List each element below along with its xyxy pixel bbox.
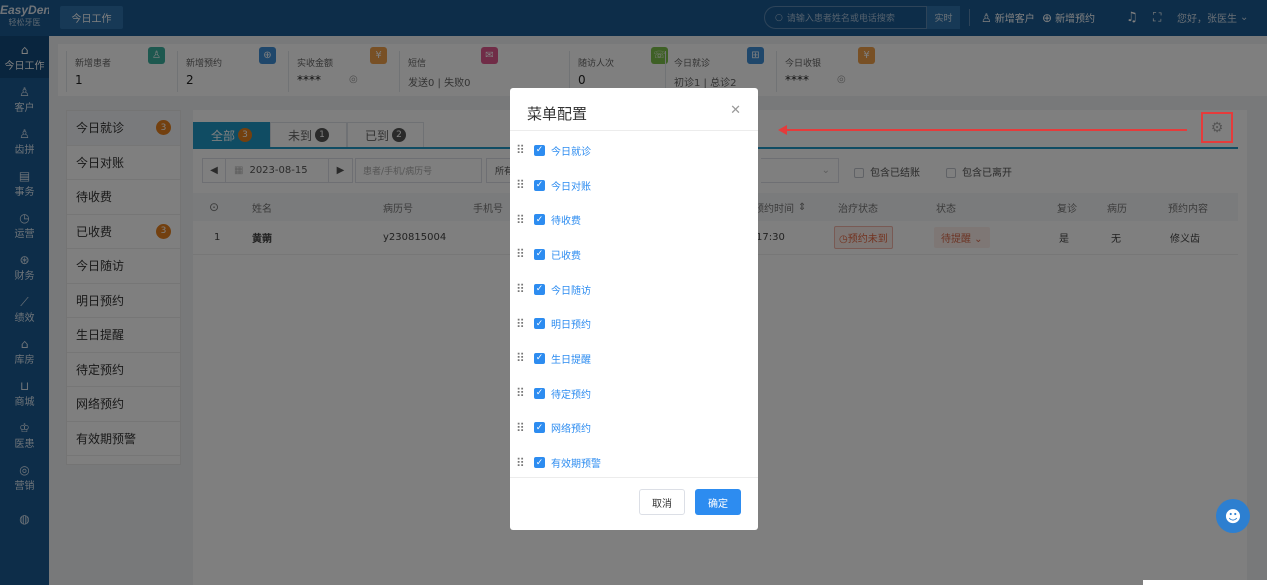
drag-handle-icon[interactable]: ⠿ xyxy=(516,143,534,157)
menu-config-item-1[interactable]: ⠿ ✓ 今日对账 xyxy=(510,168,758,203)
support-avatar-button[interactable]: ☻ xyxy=(1216,499,1250,533)
drag-handle-icon[interactable]: ⠿ xyxy=(516,456,534,470)
menu-config-label: 今日随访 xyxy=(551,285,591,297)
dialog-footer: 取消 确定 xyxy=(510,477,758,530)
menu-config-label: 已收费 xyxy=(551,250,581,262)
menu-config-dialog: 菜单配置 ✕ ⠿ ✓ 今日就诊 ⠿ ✓ 今日对账 ⠿ ✓ 待收费 ⠿ ✓ 已收费 ⠿ ✓ 今日随访 ⠿ ✓ 明日预… xyxy=(510,88,758,530)
checkbox-checked-icon[interactable]: ✓ xyxy=(534,144,545,156)
corner-decoration xyxy=(1143,580,1267,585)
close-icon[interactable]: ✕ xyxy=(730,103,741,118)
checkbox-checked-icon[interactable]: ✓ xyxy=(534,422,545,434)
menu-config-label: 生日提醒 xyxy=(551,354,591,366)
menu-config-item-3[interactable]: ⠿ ✓ 已收费 xyxy=(510,237,758,272)
checkbox-checked-icon[interactable]: ✓ xyxy=(534,179,545,191)
menu-config-label: 网络预约 xyxy=(551,424,591,436)
checkbox-checked-icon[interactable]: ✓ xyxy=(534,214,545,226)
drag-handle-icon[interactable]: ⠿ xyxy=(516,247,534,261)
gear-icon: ⚙ xyxy=(1210,119,1224,136)
drag-handle-icon[interactable]: ⠿ xyxy=(516,178,534,192)
checkbox-checked-icon[interactable]: ✓ xyxy=(534,457,545,469)
drag-handle-icon[interactable]: ⠿ xyxy=(516,351,534,365)
checkbox-checked-icon[interactable]: ✓ xyxy=(534,387,545,399)
menu-config-item-9[interactable]: ⠿ ✓ 有效期预警 xyxy=(510,445,758,480)
menu-config-item-7[interactable]: ⠿ ✓ 待定预约 xyxy=(510,376,758,411)
menu-config-label: 待收费 xyxy=(551,216,581,228)
menu-config-label: 待定预约 xyxy=(551,389,591,401)
drag-handle-icon[interactable]: ⠿ xyxy=(516,317,534,331)
drag-handle-icon[interactable]: ⠿ xyxy=(516,213,534,227)
menu-config-gear-button[interactable]: ⚙ xyxy=(1201,112,1233,143)
annotation-arrowhead xyxy=(778,125,787,135)
drag-handle-icon[interactable]: ⠿ xyxy=(516,421,534,435)
drag-handle-icon[interactable]: ⠿ xyxy=(516,282,534,296)
menu-item-list: ⠿ ✓ 今日就诊 ⠿ ✓ 今日对账 ⠿ ✓ 待收费 ⠿ ✓ 已收费 ⠿ ✓ 今日随访 ⠿ ✓ 明日预约 ⠿ ✓ 生日提醒… xyxy=(510,133,758,480)
annotation-arrow xyxy=(782,129,1187,131)
menu-config-item-5[interactable]: ⠿ ✓ 明日预约 xyxy=(510,306,758,341)
cancel-button[interactable]: 取消 xyxy=(639,489,685,515)
confirm-button[interactable]: 确定 xyxy=(695,489,741,515)
avatar-icon: ☻ xyxy=(1224,506,1242,526)
checkbox-checked-icon[interactable]: ✓ xyxy=(534,352,545,364)
dialog-header: 菜单配置 ✕ xyxy=(510,88,758,131)
checkbox-checked-icon[interactable]: ✓ xyxy=(534,318,545,330)
menu-config-label: 有效期预警 xyxy=(551,459,601,471)
drag-handle-icon[interactable]: ⠿ xyxy=(516,386,534,400)
menu-config-label: 今日就诊 xyxy=(551,146,591,158)
menu-config-label: 今日对账 xyxy=(551,181,591,193)
checkbox-checked-icon[interactable]: ✓ xyxy=(534,248,545,260)
menu-config-item-0[interactable]: ⠿ ✓ 今日就诊 xyxy=(510,133,758,168)
menu-config-item-2[interactable]: ⠿ ✓ 待收费 xyxy=(510,202,758,237)
menu-config-item-4[interactable]: ⠿ ✓ 今日随访 xyxy=(510,272,758,307)
dialog-title: 菜单配置 xyxy=(527,105,588,123)
menu-config-item-6[interactable]: ⠿ ✓ 生日提醒 xyxy=(510,341,758,376)
menu-config-item-8[interactable]: ⠿ ✓ 网络预约 xyxy=(510,411,758,446)
menu-config-label: 明日预约 xyxy=(551,320,591,332)
checkbox-checked-icon[interactable]: ✓ xyxy=(534,283,545,295)
